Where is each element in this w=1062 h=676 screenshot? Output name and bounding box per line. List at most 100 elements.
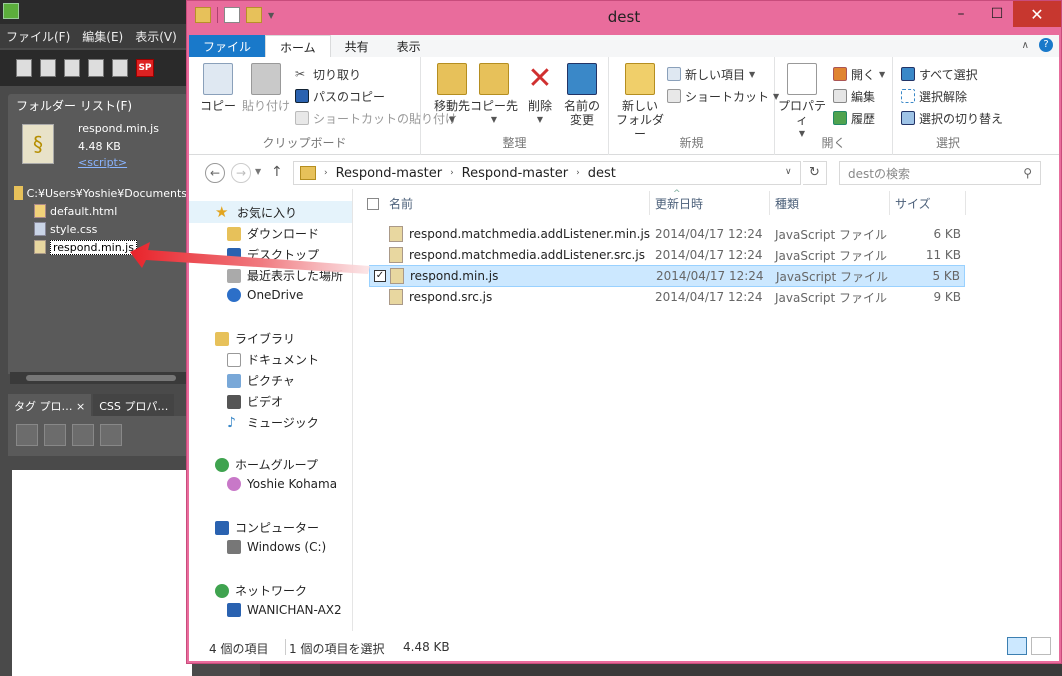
breadcrumb-item[interactable]: dest: [588, 166, 616, 181]
tree-item[interactable]: style.css: [14, 220, 194, 238]
refresh-icon[interactable]: ↻: [803, 161, 827, 185]
new-folder-icon: [625, 63, 655, 95]
nav-favorites[interactable]: ★ お気に入り: [189, 201, 352, 223]
file-row[interactable]: respond.matchmedia.addListener.src.js 20…: [369, 244, 965, 266]
copy-button[interactable]: コピー: [193, 63, 243, 113]
tag-tool-icon[interactable]: [44, 424, 66, 446]
easy-access-button[interactable]: ショートカット ▼: [667, 87, 779, 105]
address-dropdown-icon[interactable]: ∨: [785, 167, 792, 177]
tree-item-label: default.html: [50, 204, 118, 218]
column-header-type[interactable]: 種類: [775, 189, 799, 217]
nav-network-pc[interactable]: WANICHAN-AX2: [227, 603, 342, 617]
minimize-button[interactable]: –: [943, 1, 979, 27]
history-button[interactable]: 履歴: [833, 109, 875, 127]
open-button[interactable]: 開く ▼: [833, 65, 885, 83]
nav-pictures-label: ピクチャ: [247, 374, 295, 388]
file-row-selected[interactable]: ✓ respond.min.js 2014/04/17 12:24 JavaSc…: [369, 265, 965, 287]
cut-button[interactable]: ✂ 切り取り: [295, 65, 361, 83]
breadcrumb-item[interactable]: Respond-master: [462, 166, 568, 181]
up-button[interactable]: ↑: [271, 164, 283, 180]
column-divider[interactable]: [965, 191, 966, 215]
column-header-name[interactable]: 名前: [389, 189, 413, 217]
tag-tool-icon[interactable]: [72, 424, 94, 446]
folder-list-tab[interactable]: フォルダー リスト(F): [8, 94, 188, 116]
file-row[interactable]: respond.matchmedia.addListener.min.js 20…: [369, 223, 965, 245]
new-file-icon[interactable]: [16, 59, 32, 77]
breadcrumb-separator-icon[interactable]: ›: [450, 168, 454, 178]
open-folder-icon[interactable]: [64, 59, 80, 77]
new-page-icon[interactable]: [40, 59, 56, 77]
menu-view[interactable]: 表示(V): [129, 28, 183, 45]
nav-homegroup[interactable]: ホームグループ: [215, 456, 318, 473]
preview-file-tag[interactable]: <script>: [78, 156, 127, 169]
tag-tool-icon[interactable]: [16, 424, 38, 446]
tab-tag-properties[interactable]: タグ プロ… ×: [8, 394, 92, 416]
nav-documents[interactable]: ドキュメント: [227, 351, 319, 368]
horizontal-scrollbar[interactable]: [10, 372, 190, 384]
tab-view[interactable]: 表示: [383, 35, 435, 57]
breadcrumb-item[interactable]: Respond-master: [336, 166, 442, 181]
tab-home[interactable]: ホーム: [265, 35, 331, 57]
help-icon[interactable]: ?: [1039, 38, 1053, 52]
new-folder-button[interactable]: 新しい フォルダー: [615, 63, 665, 141]
close-button[interactable]: ✕: [1013, 1, 1061, 27]
sp-icon[interactable]: SP: [136, 59, 154, 77]
rename-button[interactable]: 名前の 変更: [557, 63, 607, 127]
row-checkbox[interactable]: [373, 249, 385, 261]
tree-root[interactable]: C:¥Users¥Yoshie¥Documents¥: [14, 184, 194, 202]
invert-selection-button[interactable]: 選択の切り替え: [901, 109, 1003, 127]
nav-libraries[interactable]: ライブラリ: [215, 330, 295, 347]
copy-path-button[interactable]: パスのコピー: [295, 87, 385, 105]
column-header-date[interactable]: 更新日時: [655, 189, 703, 217]
forward-button[interactable]: →: [231, 163, 251, 183]
nav-homegroup-user[interactable]: Yoshie Kohama: [227, 477, 337, 491]
large-icons-view-icon[interactable]: [1031, 637, 1051, 655]
scrollbar-thumb[interactable]: [26, 375, 176, 381]
save-all-icon[interactable]: [112, 59, 128, 77]
tag-tool-icon[interactable]: [100, 424, 122, 446]
select-all-checkbox[interactable]: [367, 198, 379, 210]
nav-downloads[interactable]: ダウンロード: [227, 225, 319, 242]
breadcrumb-separator-icon[interactable]: ›: [324, 168, 328, 178]
videos-icon: [227, 394, 241, 409]
menu-file[interactable]: ファイル(F): [0, 28, 76, 45]
column-divider[interactable]: [769, 191, 770, 215]
file-row[interactable]: respond.src.js 2014/04/17 12:24 JavaScri…: [369, 286, 965, 308]
paste-button[interactable]: 貼り付け: [241, 63, 291, 113]
select-all-button[interactable]: すべて選択: [901, 65, 978, 83]
nav-onedrive[interactable]: OneDrive: [227, 288, 303, 302]
copy-to-button[interactable]: コピー先 ▼: [469, 63, 519, 127]
nav-drive-c[interactable]: Windows (C:): [227, 540, 326, 554]
details-view-icon[interactable]: [1007, 637, 1027, 655]
recent-locations-dropdown-icon[interactable]: ▼: [255, 167, 261, 176]
close-icon[interactable]: ×: [76, 400, 85, 413]
breadcrumb-separator-icon[interactable]: ›: [576, 168, 580, 178]
maximize-button[interactable]: ☐: [979, 1, 1015, 27]
row-checkbox[interactable]: [373, 228, 385, 240]
address-bar[interactable]: › Respond-master › Respond-master › dest: [293, 161, 801, 185]
search-input[interactable]: destの検索 ⚲: [839, 161, 1041, 185]
tree-item[interactable]: default.html: [14, 202, 194, 220]
menu-edit[interactable]: 編集(E): [76, 28, 129, 45]
row-checkbox-checked[interactable]: ✓: [374, 270, 386, 282]
save-icon[interactable]: [88, 59, 104, 77]
column-divider[interactable]: [649, 191, 650, 215]
edit-button[interactable]: 編集: [833, 87, 875, 105]
nav-music[interactable]: ♪ ミュージック: [227, 414, 319, 431]
column-header-size[interactable]: サイズ: [895, 189, 931, 217]
properties-button[interactable]: プロパティ ▼: [777, 63, 827, 141]
row-checkbox[interactable]: [373, 291, 385, 303]
collapse-ribbon-icon[interactable]: ∧: [1022, 40, 1029, 51]
back-button[interactable]: ←: [205, 163, 225, 183]
tab-share[interactable]: 共有: [331, 35, 383, 57]
tab-file[interactable]: ファイル: [189, 35, 266, 57]
nav-videos[interactable]: ビデオ: [227, 393, 283, 410]
new-item-button[interactable]: 新しい項目 ▼: [667, 65, 755, 83]
nav-pictures[interactable]: ピクチャ: [227, 372, 295, 389]
nav-computer[interactable]: コンピューター: [215, 519, 319, 536]
nav-network[interactable]: ネットワーク: [215, 582, 307, 599]
history-label: 履歴: [851, 111, 876, 126]
tab-css-properties[interactable]: CSS プロパ…: [93, 394, 175, 416]
column-divider[interactable]: [889, 191, 890, 215]
select-none-button[interactable]: 選択解除: [901, 87, 967, 105]
